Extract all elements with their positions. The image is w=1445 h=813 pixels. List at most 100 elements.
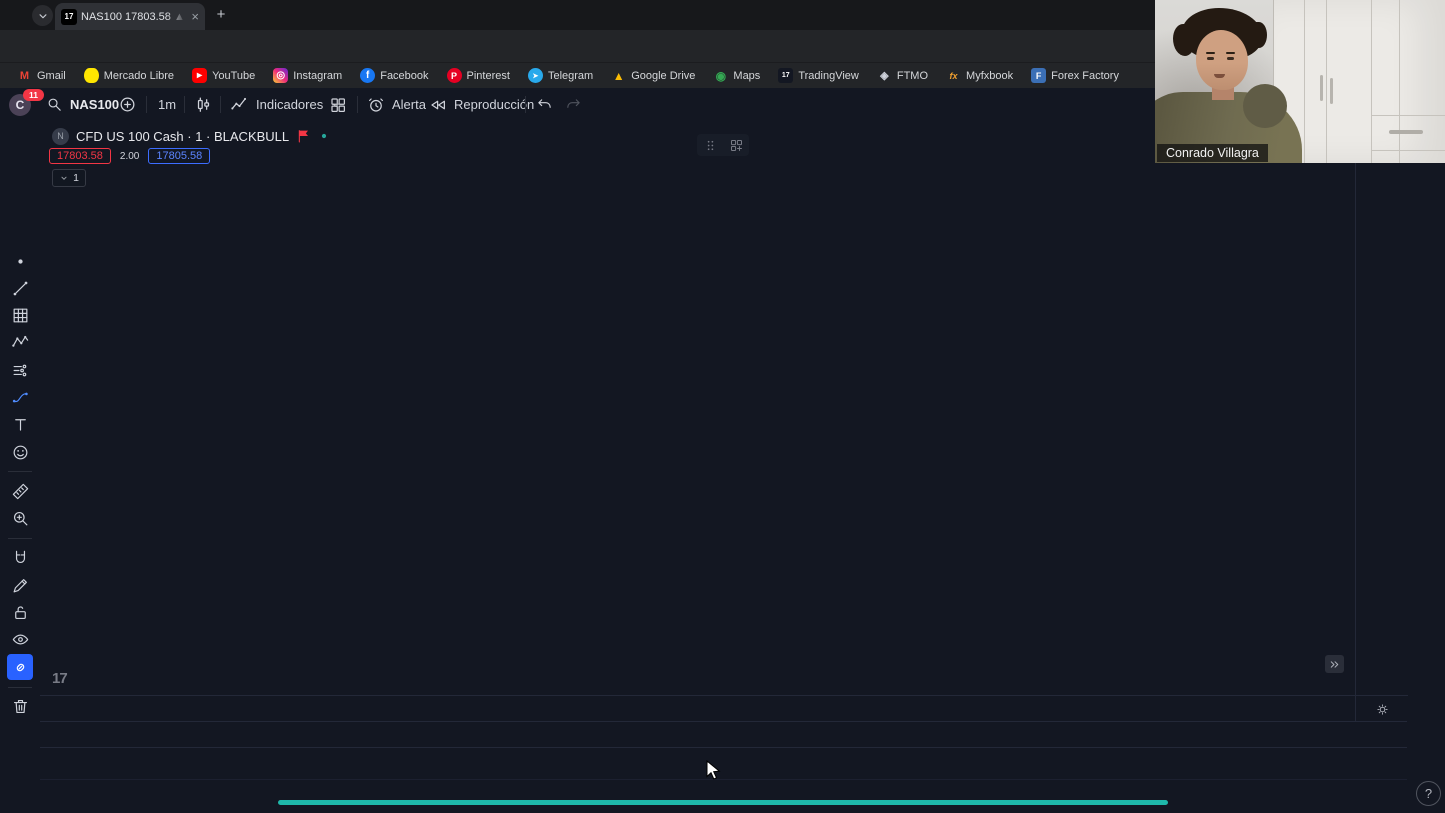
emoji-icon[interactable] — [7, 439, 33, 465]
help-button[interactable]: ? — [1416, 781, 1441, 806]
bookmark-label: Pinterest — [467, 70, 510, 82]
person-hood — [1243, 84, 1287, 128]
trade-buttons: 17803.58 2.00 17805.58 — [49, 147, 210, 165]
sell-button[interactable]: 17803.58 — [49, 148, 111, 164]
youtube-icon: ▸ — [192, 68, 207, 83]
symbol-search-label: NAS100 — [70, 97, 119, 112]
telegram-icon: ➤ — [528, 68, 543, 83]
collapse-panel-icon[interactable] — [1325, 655, 1344, 673]
mercadolibre-icon — [84, 68, 99, 83]
trash-icon[interactable] — [7, 694, 33, 720]
lock-icon[interactable] — [7, 600, 33, 626]
bookmark-instagram[interactable]: ◎Instagram — [266, 66, 349, 85]
trendline-icon[interactable] — [7, 275, 33, 301]
ftmo-icon: ◈ — [877, 68, 892, 83]
flag-icon[interactable] — [296, 128, 312, 144]
axis-settings-corner[interactable] — [1355, 695, 1408, 722]
price-axis[interactable] — [1355, 121, 1408, 695]
magnet-icon[interactable] — [7, 545, 33, 571]
bookmark-label: Google Drive — [631, 70, 695, 82]
myfxbook-icon: fx — [946, 68, 961, 83]
gear-icon[interactable] — [1375, 702, 1390, 717]
bookmark-label: Mercado Libre — [104, 70, 174, 82]
tradingview-favicon: 17 — [61, 9, 77, 25]
bookmark-drive[interactable]: ▲ Google Drive — [604, 66, 702, 85]
browser-tab[interactable]: 17 NAS100 17803.58 ▲ +0.03% Si × — [55, 3, 205, 30]
mouse-cursor — [706, 760, 722, 787]
person-hair-tuft — [1251, 22, 1267, 48]
bookmark-tradingview[interactable]: 17 TradingView — [771, 66, 866, 85]
text-icon[interactable] — [7, 412, 33, 438]
buy-button[interactable]: 17805.58 — [148, 148, 210, 164]
bookmark-label: Gmail — [37, 70, 66, 82]
bookmark-gmail[interactable]: M Gmail — [10, 66, 73, 85]
webcam-overlay: Conrado Villagra — [1155, 0, 1445, 163]
bookmark-pinterest[interactable]: P Pinterest — [440, 66, 517, 85]
bookmark-telegram[interactable]: ➤ Telegram — [521, 66, 600, 85]
indicators-icon — [230, 95, 249, 114]
maps-icon: ◉ — [713, 68, 728, 83]
indicators-button[interactable]: Indicadores — [230, 88, 342, 121]
candle-count-label: 1 — [73, 172, 79, 184]
redo-button[interactable] — [565, 88, 582, 121]
spread-value: 2.00 — [117, 150, 142, 163]
layout-grid-button[interactable] — [329, 88, 347, 121]
interval-button[interactable]: 1m — [158, 88, 176, 121]
bookmark-facebook[interactable]: fFacebook — [353, 66, 435, 85]
bookmark-label: Forex Factory — [1051, 70, 1119, 82]
screen: 17 NAS100 17803.58 ▲ +0.03% Si × + es.tr… — [0, 0, 1445, 813]
bookmark-label: Telegram — [548, 70, 593, 82]
new-tab-button[interactable]: + — [212, 6, 230, 24]
tradingview-icon: 17 — [778, 68, 793, 83]
pinterest-icon: P — [447, 68, 462, 83]
toolbar-divider — [8, 687, 32, 688]
cursor-dot-icon[interactable] — [7, 248, 33, 274]
replay-label: Reproducción — [454, 97, 534, 112]
drag-handle-icon[interactable] — [703, 138, 718, 153]
drawing-mode-icon[interactable] — [7, 572, 33, 598]
time-axis[interactable] — [40, 695, 1355, 722]
ruler-icon[interactable] — [7, 478, 33, 504]
drive-icon: ▲ — [611, 68, 626, 83]
bookmark-label: Instagram — [293, 70, 342, 82]
chart-type-button[interactable] — [194, 88, 213, 121]
sync-drawings-icon[interactable] — [7, 654, 33, 680]
forecast-icon[interactable] — [7, 357, 33, 383]
replay-button[interactable]: Reproducción — [429, 88, 534, 121]
bookmark-myfxbook[interactable]: fx Myfxbook — [939, 66, 1020, 85]
zoom-in-icon[interactable] — [7, 506, 33, 532]
bookmark-forexfactory[interactable]: FForex Factory — [1024, 66, 1126, 85]
fib-grid-icon[interactable] — [7, 303, 33, 329]
bookmark-youtube[interactable]: ▸YouTube — [185, 66, 262, 85]
alert-button[interactable]: Alerta — [367, 88, 426, 121]
chart-legend[interactable]: N CFD US 100 Cash · 1 · BLACKBULL — [52, 127, 336, 145]
gmail-icon: M — [17, 68, 32, 83]
tab-title: NAS100 17803.58 ▲ +0.03% Si — [81, 11, 187, 23]
add-symbol-button[interactable] — [118, 88, 137, 121]
bookmark-label: FTMO — [897, 70, 928, 82]
brush-icon[interactable] — [7, 385, 33, 411]
search-icon — [46, 96, 63, 113]
toolbar-divider — [8, 471, 32, 472]
tab-close-icon[interactable]: × — [191, 10, 199, 23]
bookmark-ftmo[interactable]: ◈ FTMO — [870, 66, 935, 85]
bookmark-label: Myfxbook — [966, 70, 1013, 82]
bookmark-mercadolibre[interactable]: Mercado Libre — [77, 66, 181, 85]
range-toolbar — [40, 721, 1407, 747]
tradingview-logo[interactable]: 17 — [52, 670, 67, 687]
floating-chart-tools — [697, 134, 749, 156]
drawing-toolbar — [0, 121, 41, 813]
price-chart[interactable] — [40, 121, 1355, 695]
bookmark-maps[interactable]: ◉Maps — [706, 66, 767, 85]
add-layout-icon[interactable] — [729, 138, 744, 153]
webcam-name-label: Conrado Villagra — [1157, 144, 1268, 162]
tab-search-chevron-icon[interactable] — [32, 5, 53, 26]
pattern-xabcd-icon[interactable] — [7, 330, 33, 356]
candle-count-button[interactable]: 1 — [52, 169, 86, 187]
bookmark-label: TradingView — [798, 70, 859, 82]
undo-button[interactable] — [536, 88, 553, 121]
symbol-search-button[interactable]: NAS100 — [46, 88, 119, 121]
symbol-logo: N — [52, 128, 69, 145]
bottom-panel-tabs — [40, 747, 1407, 779]
eye-icon[interactable] — [7, 627, 33, 653]
